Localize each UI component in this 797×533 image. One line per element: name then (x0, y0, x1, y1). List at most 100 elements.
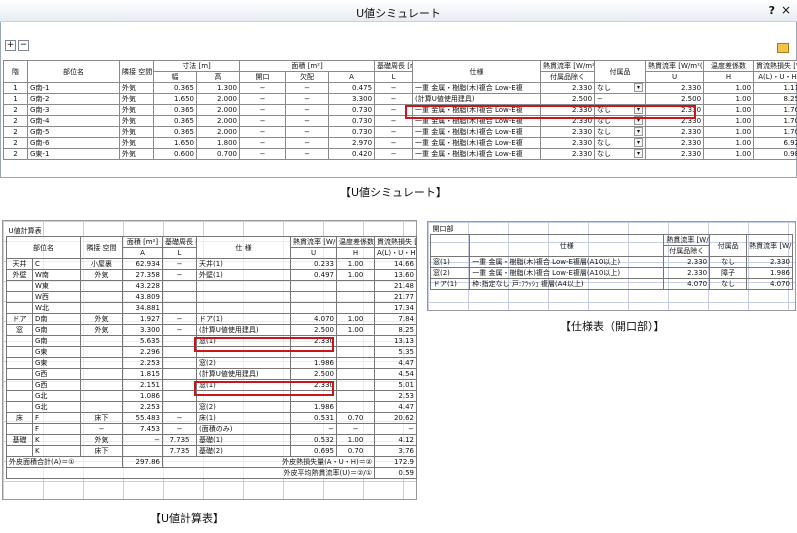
sim-cell-u1: 2.500 (540, 93, 596, 105)
accessory-select[interactable]: − (594, 93, 647, 105)
calc-header-adj: 隣接 空間 (80, 236, 123, 259)
chevron-down-icon[interactable]: ▾ (634, 83, 644, 92)
calc-cell-l: − (162, 412, 197, 424)
calc-cell-loss: 17.34 (374, 302, 417, 314)
calc-cell-n: G東 (32, 357, 81, 369)
calc-cell-a: 55.483 (122, 412, 163, 424)
accessory-select[interactable]: なし ▾ (594, 126, 647, 138)
calc-cell-h (336, 335, 375, 347)
sim-cell-name: G南-6 (27, 137, 120, 149)
sim-cell-loss: 6.92 (753, 137, 797, 149)
sim-row[interactable]: 2 G南-5 外気 0.365 2.000− −0.730− 一重 金属・樹脂(木)複合 L… (3, 126, 797, 138)
calc-cell-n: W南 (32, 269, 81, 281)
header-floor: 階 (3, 60, 28, 83)
sim-row[interactable]: 1 G南-2 外気 1.650 2.000− −3.300− (計算U値使用建具) 2.500… (3, 93, 797, 105)
calc-cell-spec: 窓(2) (196, 357, 291, 369)
accessory-select[interactable]: なし ▾ (594, 137, 647, 149)
open-cell-u2: 4.070 (746, 278, 793, 290)
sim-cell-spec: 一重 金属・樹脂(木)複合 Low-E複 (412, 126, 542, 138)
total-area-label: 外皮面積合計(A)＝① (6, 456, 123, 468)
calc-cell-g (6, 379, 33, 391)
sim-row[interactable]: 1 G南-1 外気 0.365 1.300− −0.475− 一重 金属・樹脂(木)複合 L… (3, 82, 797, 94)
sim-cell-floor: 1 (3, 82, 28, 94)
calc-cell-spec: (面積のみ) (196, 423, 291, 435)
calc-cell-g: 基礎 (6, 434, 33, 446)
calc-cell-n: K (32, 445, 81, 457)
sim-cell-floor: 2 (3, 115, 28, 127)
calc-cell-l (162, 346, 197, 358)
calc-cell-n: W東 (32, 280, 81, 292)
open-row: 窓(1) 一重 金属・樹脂(木)複合 Low-E複層(A10以上) 2.330 なし 2… (429, 256, 793, 268)
chevron-down-icon[interactable]: ▾ (634, 127, 644, 136)
calc-cell-loss: 3.76 (374, 445, 417, 457)
open-cell-n: 窓(2) (429, 267, 471, 279)
open-cell-spec: 一重 金属・樹脂(木)複合 Low-E複層(A10以上) (469, 267, 665, 279)
sim-cell-A: 0.475 (328, 82, 376, 94)
sim-cell-loss: 0.98 (753, 148, 797, 160)
close-icon[interactable]: × (781, 3, 791, 17)
calc-cell-g (6, 401, 33, 413)
sim-cell-spec: (計算U値使用建具) (412, 93, 542, 105)
calc-header-temp: 温度差係数 (336, 236, 375, 248)
help-icon[interactable]: ? (769, 4, 775, 17)
calc-cell-spec: 基礎(2) (196, 445, 291, 457)
calc-cell-h (336, 401, 375, 413)
calc-cell-l (162, 368, 197, 380)
calc-cell-g: ドア (6, 313, 33, 325)
accessory-select[interactable]: なし ▾ (594, 82, 647, 94)
sim-row[interactable]: 2 G東-1 外気 0.600 0.700− −0.420− 一重 金属・樹脂(木)複合 L… (3, 148, 797, 160)
calc-cell-loss: 7.84 (374, 313, 417, 325)
sim-cell-open: − (239, 93, 287, 105)
header-htc2: 熱貫流率 [W/m²(m)・K] (645, 60, 705, 72)
u-value-calc-table: U値計算表 部位名 隣接 空間 面積 [m²] 基礎周長 [m] 仕 様 熱貫流… (6, 226, 417, 479)
calc-cell-u: 2.500 (290, 368, 337, 380)
calc-header-perim: 基礎周長 [m] (162, 236, 197, 248)
calc-cell-adj: 床下 (80, 445, 123, 457)
calc-cell-adj (80, 390, 123, 402)
folder-icon[interactable] (777, 43, 789, 53)
accessory-value: − (597, 95, 603, 103)
header-area: 面積 [m²] (239, 60, 376, 72)
sim-cell-A: 0.730 (328, 115, 376, 127)
calc-cell-h (336, 280, 375, 292)
calc-cell-a: 43.809 (122, 291, 163, 303)
calc-cell-g (6, 390, 33, 402)
calc-cell-u: − (290, 423, 337, 435)
sim-cell-adj: 外気 (119, 93, 154, 105)
calc-cell-spec: 床(1) (196, 412, 291, 424)
chevron-down-icon[interactable]: ▾ (634, 138, 644, 147)
sim-cell-open: − (239, 137, 287, 149)
accessory-select[interactable]: なし ▾ (594, 148, 647, 160)
calc-row: G東 2.253 窓(2) 1.986 4.47 (6, 357, 417, 369)
sim-cell-u: 2.330 (645, 82, 705, 94)
sim-cell-u: 2.330 (645, 137, 705, 149)
calc-cell-l (162, 390, 197, 402)
calc-cell-g: 床 (6, 412, 33, 424)
calc-cell-spec (196, 302, 291, 314)
expand-button[interactable]: + (5, 40, 16, 51)
calc-cell-u: 0.695 (290, 445, 337, 457)
calc-cell-a: 43.228 (122, 280, 163, 292)
calc-cell-loss: 13.60 (374, 269, 417, 281)
calc-row: G北 2.253 窓(2) 1.986 4.47 (6, 401, 417, 413)
calc-cell-loss: − (374, 423, 417, 435)
header-height: 高 (195, 71, 241, 83)
sim-cell-ded: − (285, 115, 330, 127)
calc-cell-loss: 5.01 (374, 379, 417, 391)
calc-cell-n: W北 (32, 302, 81, 314)
calc-cell-n: F (32, 412, 81, 424)
sim-row[interactable]: 2 G南-6 外気 1.650 1.800− −2.970− 一重 金属・樹脂(木)複合 L… (3, 137, 797, 149)
header-opening: 開口 (239, 71, 287, 83)
calc-cell-spec: ドア(1) (196, 313, 291, 325)
sim-cell-h: 2.000 (195, 93, 241, 105)
calc-cell-u: 0.532 (290, 434, 337, 446)
header-accessory: 付属品 (594, 60, 647, 83)
sim-cell-adj: 外気 (119, 82, 154, 94)
calc-cell-adj (80, 401, 123, 413)
calc-cell-adj (80, 346, 123, 358)
calc-row: G西 1.815 (計算U値使用建具) 2.500 4.54 (6, 368, 417, 380)
chevron-down-icon[interactable]: ▾ (634, 149, 644, 158)
calc-cell-adj (80, 302, 123, 314)
collapse-button[interactable]: − (18, 40, 29, 51)
accessory-value: なし (597, 150, 612, 158)
